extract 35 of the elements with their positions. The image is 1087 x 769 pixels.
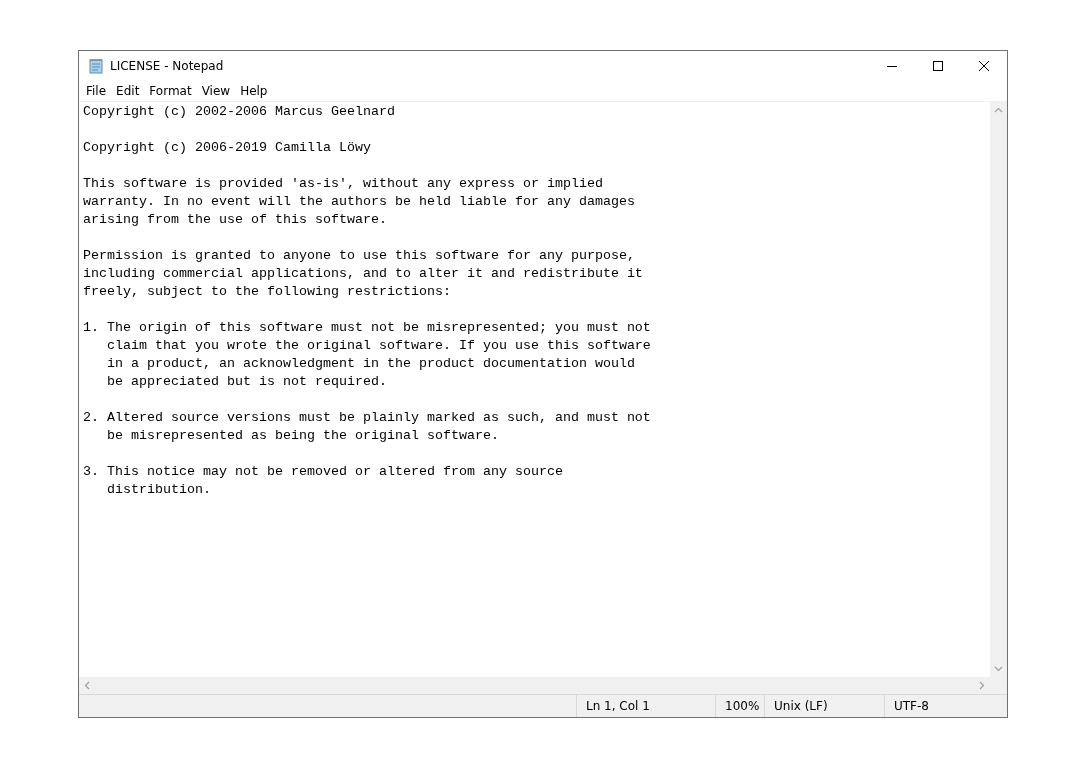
menu-item[interactable]: Help (235, 81, 273, 101)
text-line: Permission is granted to anyone to use this software for any purpose, (83, 247, 635, 265)
text-line: claim that you wrote the original software. If you use this software (106, 337, 651, 355)
text-line: warranty. In no event will the authors be held liable for any damages (83, 193, 635, 211)
menu-item[interactable]: Format (144, 81, 197, 101)
menu-item[interactable]: Edit (111, 81, 145, 101)
notepad-icon (88, 58, 104, 74)
maximize-icon (933, 61, 943, 71)
menu-item[interactable]: File (81, 81, 112, 101)
window-title: LICENSE - Notepad (110, 59, 225, 73)
text-line: be misrepresented as being the original software. (106, 427, 499, 445)
scroll-up-icon[interactable] (994, 106, 1003, 115)
text-line: 3. This notice may not be removed or altered from any source (83, 463, 563, 481)
scroll-left-icon[interactable] (83, 681, 92, 690)
text-line: in a product, an acknowledgment in the product documentation would (106, 355, 635, 373)
menu-item[interactable]: View (196, 81, 236, 101)
text-line: 2. Altered source versions must be plainly marked as such, and must not (83, 409, 651, 427)
status-text: UTF-8 (884, 695, 974, 717)
status-text: Unix (LF) (764, 695, 884, 717)
text-line: Copyright (c) 2006-2019 Camilla Löwy (83, 139, 371, 157)
text-line: be appreciated but is not required. (106, 373, 387, 391)
text-line: including commercial applications, and to alter it and redistribute it (83, 265, 643, 283)
text-line: This software is provided 'as-is', without any express or implied (83, 175, 603, 193)
scroll-right-icon[interactable] (977, 681, 986, 690)
text-line: arising from the use of this software. (83, 211, 387, 229)
horizontal-scrollbar[interactable] (79, 677, 990, 694)
text-line: Copyright (c) 2002-2006 Marcus Geelnard (83, 103, 395, 121)
text-line: freely, subject to the following restrictions: (83, 283, 451, 301)
text-line: 1. The origin of this software must not be misrepresented; you must not (83, 319, 651, 337)
close-icon (979, 61, 989, 71)
text-line: distribution. (106, 481, 211, 499)
status-text: 100% (715, 695, 764, 717)
status-text: Ln 1, Col 1 (576, 695, 715, 717)
vertical-scrollbar[interactable] (990, 102, 1007, 677)
scroll-down-icon[interactable] (994, 664, 1003, 673)
